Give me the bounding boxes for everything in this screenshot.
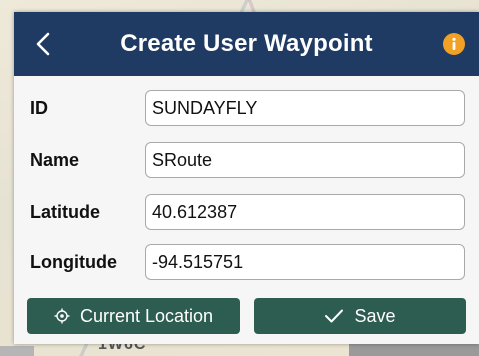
name-field[interactable]: SRoute [145, 142, 465, 178]
page-title: Create User Waypoint [120, 30, 373, 57]
save-button[interactable]: Save [254, 298, 466, 334]
map-overlay-left [0, 346, 34, 356]
checkmark-icon [324, 308, 344, 324]
save-label: Save [354, 305, 396, 326]
info-button[interactable] [443, 33, 465, 55]
latitude-field[interactable]: 40.612387 [145, 194, 465, 230]
longitude-field[interactable]: -94.515751 [145, 244, 465, 280]
create-waypoint-dialog: Create User Waypoint ID SUNDAYFLY Name S… [14, 12, 479, 344]
longitude-label: Longitude [30, 252, 117, 272]
id-row: ID SUNDAYFLY [14, 88, 479, 128]
latitude-row: Latitude 40.612387 [14, 192, 479, 232]
location-target-icon [54, 308, 70, 324]
map-overlay-right [349, 342, 479, 356]
id-label: ID [30, 98, 48, 118]
info-icon [452, 37, 456, 50]
id-field[interactable]: SUNDAYFLY [145, 90, 465, 126]
current-location-button[interactable]: Current Location [27, 298, 240, 334]
back-button[interactable] [28, 26, 58, 62]
current-location-label: Current Location [79, 305, 214, 326]
name-row: Name SRoute [14, 140, 479, 180]
back-chevron-icon [36, 32, 50, 56]
name-label: Name [30, 150, 80, 170]
title-bar: Create User Waypoint [14, 12, 479, 76]
latitude-label: Latitude [30, 202, 100, 222]
longitude-row: Longitude -94.515751 [14, 242, 479, 282]
